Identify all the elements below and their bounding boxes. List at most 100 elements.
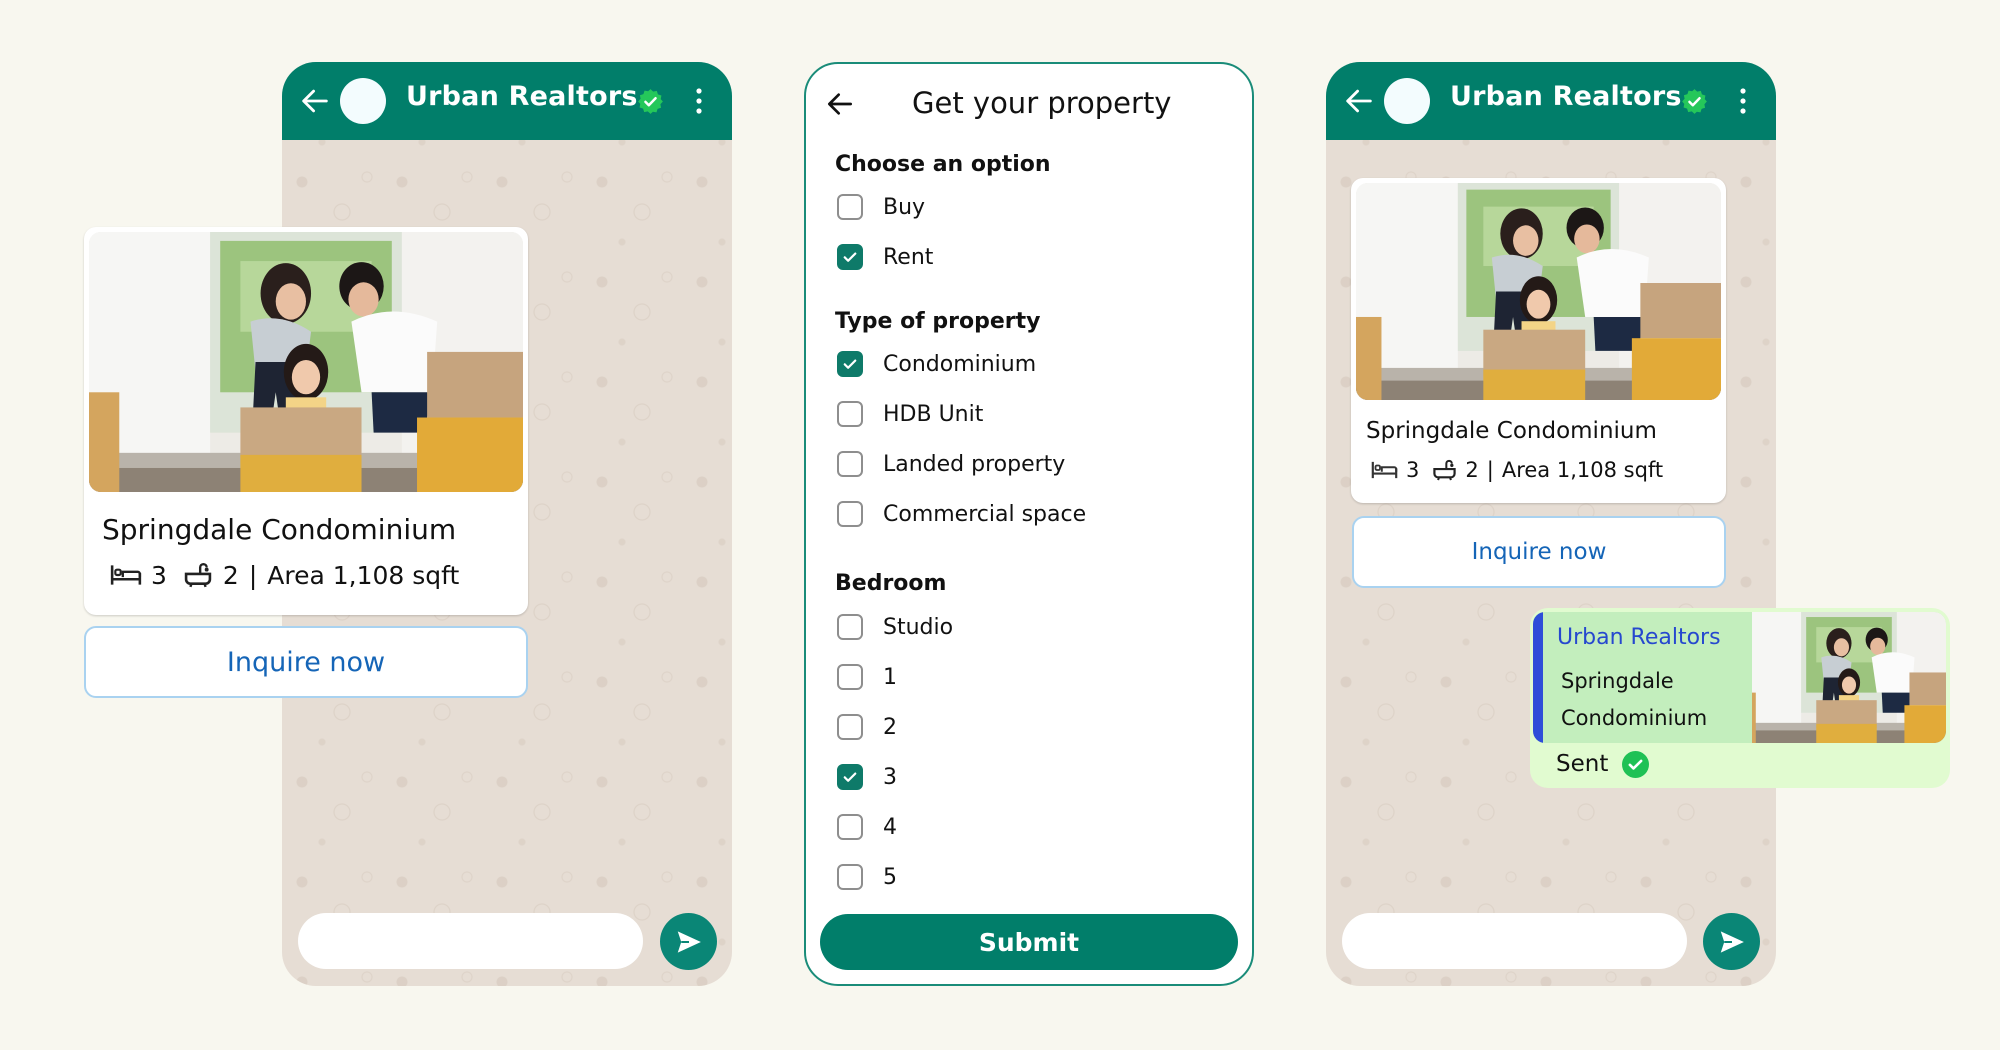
option-label: 1 [883,664,897,690]
option-label: 5 [883,864,897,890]
arrow-left-icon[interactable] [1342,84,1376,118]
property-form: Get your property Choose an option Buy R… [804,62,1254,986]
option-label: 4 [883,814,897,840]
family-moving-photo [89,232,523,492]
checkmark-icon [841,768,859,786]
more-vertical-icon[interactable] [1737,86,1749,116]
property-photo [1356,183,1721,400]
message-input[interactable] [1342,913,1687,969]
option-bedroom-2[interactable]: 2 [837,712,897,742]
right-phone-chat: Urban Realtors Springdale Condominium 3 … [1326,62,1776,986]
checkbox[interactable] [837,714,863,740]
section-label-bedroom: Bedroom [835,571,947,596]
checkbox[interactable] [837,401,863,427]
option-label: Rent [883,244,934,270]
quoted-text-line: Condominium [1561,706,1708,730]
property-card[interactable]: Springdale Condominium 3 2 | Area 1,108 … [1351,178,1726,503]
option-label: Buy [883,194,926,220]
property-title: Springdale Condominium [102,513,457,546]
chat-title[interactable]: Urban Realtors [406,81,638,112]
chat-header: Urban Realtors [1326,62,1776,140]
option-bedroom-3[interactable]: 3 [837,762,897,792]
property-specs: 3 2 | Area 1,108 sqft [110,559,459,591]
bedroom-count: 3 [151,560,167,590]
option-landed-property[interactable]: Landed property [837,449,1065,479]
option-condominium[interactable]: Condominium [837,349,1036,379]
property-title: Springdale Condominium [1366,418,1657,444]
option-bedroom-4[interactable]: 4 [837,812,897,842]
send-button[interactable] [660,913,717,970]
verified-badge-icon [1681,88,1708,115]
checkbox[interactable] [837,451,863,477]
sent-label: Sent [1556,751,1609,777]
option-bedroom-5[interactable]: 5 [837,862,897,892]
chat-header: Urban Realtors [282,62,732,140]
checkbox[interactable] [837,194,863,220]
arrow-left-icon[interactable] [298,84,332,118]
checkbox[interactable] [837,814,863,840]
submit-button[interactable]: Submit [820,914,1238,970]
arrow-left-icon[interactable] [824,88,856,120]
checkbox[interactable] [837,864,863,890]
option-hdb-unit[interactable]: HDB Unit [837,399,983,429]
bedroom-count: 3 [1406,458,1420,482]
checkbox-checked[interactable] [837,351,863,377]
send-icon [1717,927,1747,957]
checkbox[interactable] [837,664,863,690]
checkmark-icon [841,355,859,373]
avatar[interactable] [340,78,386,124]
more-vertical-icon[interactable] [693,86,705,116]
spec-separator: | [248,560,258,590]
inquire-now-button[interactable]: Inquire now [84,626,528,698]
family-moving-photo [1356,183,1721,400]
inquire-now-button[interactable]: Inquire now [1352,516,1726,588]
family-moving-photo [1752,612,1946,743]
form-title: Get your property [912,86,1172,120]
quoted-author: Urban Realtors [1557,625,1721,650]
quote-accent-bar [1533,612,1543,743]
bathtub-icon [183,562,213,588]
property-card[interactable]: Springdale Condominium 3 2 | Area 1,108 … [84,227,528,615]
send-button[interactable] [1703,913,1760,970]
property-photo [89,232,523,492]
option-rent[interactable]: Rent [837,242,933,272]
option-label: Commercial space [883,501,1087,527]
bed-icon [1371,460,1398,480]
option-buy[interactable]: Buy [837,192,925,222]
property-specs: 3 2 | Area 1,108 sqft [1371,456,1663,484]
checkbox-checked[interactable] [837,244,863,270]
check-circle-icon [1622,751,1649,778]
sent-status: Sent [1556,748,1649,780]
bathroom-count: 2 [1465,458,1479,482]
option-label: Condominium [883,351,1037,377]
checkmark-icon [841,248,859,266]
bathroom-count: 2 [222,560,239,590]
sent-reply-bubble[interactable]: Urban Realtors Springdale Condominium Se… [1530,608,1950,788]
send-icon [674,927,704,957]
option-label: 2 [883,714,897,740]
chat-title[interactable]: Urban Realtors [1450,81,1682,112]
message-input[interactable] [298,913,643,969]
quoted-message[interactable]: Urban Realtors Springdale Condominium [1533,612,1946,743]
section-label-property-type: Type of property [835,309,1041,334]
option-label: Landed property [883,451,1066,477]
option-commercial-space[interactable]: Commercial space [837,499,1086,529]
checkbox-checked[interactable] [837,764,863,790]
bathtub-icon [1432,459,1457,481]
option-label: 3 [883,764,897,790]
option-label: HDB Unit [883,401,984,427]
quoted-text-line: Springdale [1561,669,1674,693]
checkbox[interactable] [837,501,863,527]
checkbox[interactable] [837,614,863,640]
option-studio[interactable]: Studio [837,612,953,642]
avatar[interactable] [1384,78,1430,124]
section-label-option: Choose an option [835,152,1051,177]
verified-badge-icon [637,88,664,115]
option-label: Studio [883,614,954,640]
spec-separator: | [1486,458,1494,482]
quoted-photo-thumbnail [1752,612,1946,743]
property-area: Area 1,108 sqft [1501,458,1664,482]
option-bedroom-1[interactable]: 1 [837,662,897,692]
bed-icon [110,563,142,587]
property-area: Area 1,108 sqft [267,560,460,590]
